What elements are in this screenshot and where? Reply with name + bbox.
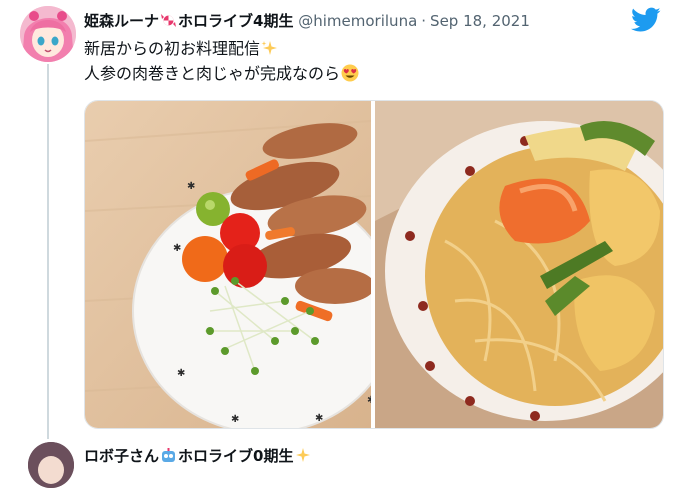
separator-dot: · [421, 12, 427, 30]
svg-text:✱: ✱ [177, 368, 185, 379]
sparkle-emoji [294, 447, 311, 464]
candy-emoji [160, 12, 177, 29]
svg-text:✱: ✱ [231, 414, 239, 425]
tweet: 姫森ルーナ ホロライブ4期生 @himemoriluna · Sep 18, 2021… [0, 0, 674, 488]
next-tweet: ロボ子さん ホロライブ0期生 [22, 442, 674, 488]
svg-text:✱: ✱ [187, 181, 195, 192]
display-name[interactable]: 姫森ルーナ [84, 12, 159, 30]
tweet-text-line-2: 人参の肉巻きと肉じゃが完成なのら [84, 61, 359, 86]
next-tweet-header: ロボ子さん ホロライブ0期生 [84, 446, 312, 466]
next-avatar[interactable] [28, 442, 74, 488]
next-display-name[interactable]: ロボ子さん [84, 447, 159, 465]
tweet-text: 新居からの初お料理配信 人参の肉巻きと肉じゃが完成なのら [84, 36, 359, 86]
heart-eyes-emoji [341, 64, 359, 82]
avatar[interactable] [20, 6, 76, 62]
tweet-text-line-1: 新居からの初お料理配信 [84, 36, 359, 61]
photo-carrot-meat-rolls[interactable]: ✱ ✱ ✱ ✱ ✱ ✱ [85, 101, 371, 428]
next-name-suffix[interactable]: ホロライブ0期生 [178, 447, 293, 465]
media-grid: ✱ ✱ ✱ ✱ ✱ ✱ [84, 100, 664, 429]
tweet-date[interactable]: Sep 18, 2021 [430, 12, 530, 30]
photo-nikujaga[interactable] [375, 101, 663, 428]
text-line-1: 新居からの初お料理配信 [84, 39, 261, 58]
robot-emoji [160, 447, 177, 464]
name-suffix[interactable]: ホロライブ4期生 [178, 12, 293, 30]
svg-text:✱: ✱ [173, 243, 181, 254]
thread-line [47, 64, 49, 439]
svg-text:✱: ✱ [315, 413, 323, 424]
tweet-header: 姫森ルーナ ホロライブ4期生 @himemoriluna · Sep 18, 2021 [84, 10, 530, 32]
sparkle-emoji [261, 39, 278, 56]
twitter-bird-icon[interactable] [631, 7, 661, 33]
text-line-2: 人参の肉巻きと肉じゃが完成なのら [84, 64, 341, 83]
svg-text:✱: ✱ [367, 395, 371, 406]
handle[interactable]: @himemoriluna [298, 12, 417, 30]
